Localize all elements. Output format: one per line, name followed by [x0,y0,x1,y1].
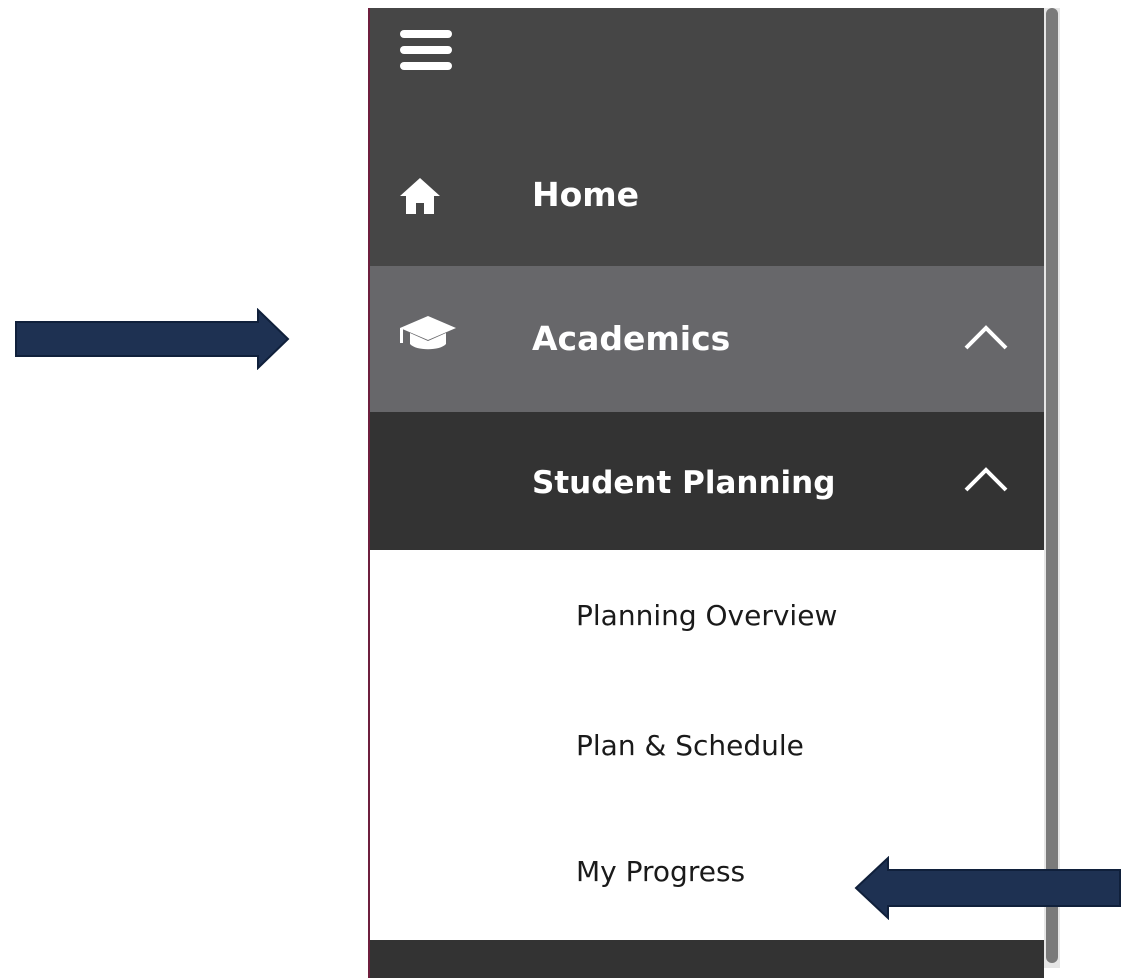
subsection-student-planning[interactable]: Student Planning [370,412,1044,550]
scrollbar-thumb[interactable] [1046,8,1058,963]
left-arrow-icon [854,856,1121,920]
sidebar-item-academics[interactable]: Academics [370,266,1044,412]
subsection-label: Student Planning [532,465,836,501]
sidebar-item-label: Home [532,175,640,214]
sidebar-item-home[interactable]: Home [370,128,1044,266]
sidebar-nav: Home Academics Student Planning Planning… [368,8,1044,978]
menu-item-my-progress[interactable]: My Progress [576,858,745,886]
scrollbar[interactable] [1044,8,1060,968]
menu-item-plan-and-schedule[interactable]: Plan & Schedule [576,732,804,760]
menu-item-planning-overview[interactable]: Planning Overview [576,602,837,630]
graduation-cap-icon [400,316,456,350]
sidebar-footer [370,940,1044,978]
chevron-up-icon[interactable] [962,322,1010,352]
right-arrow-icon [15,308,290,370]
hamburger-menu-icon[interactable] [400,28,456,72]
home-icon [400,178,440,214]
screenshot-canvas: Home Academics Student Planning Planning… [0,0,1121,978]
sidebar-item-label: Academics [532,319,731,358]
chevron-up-icon[interactable] [962,464,1010,494]
